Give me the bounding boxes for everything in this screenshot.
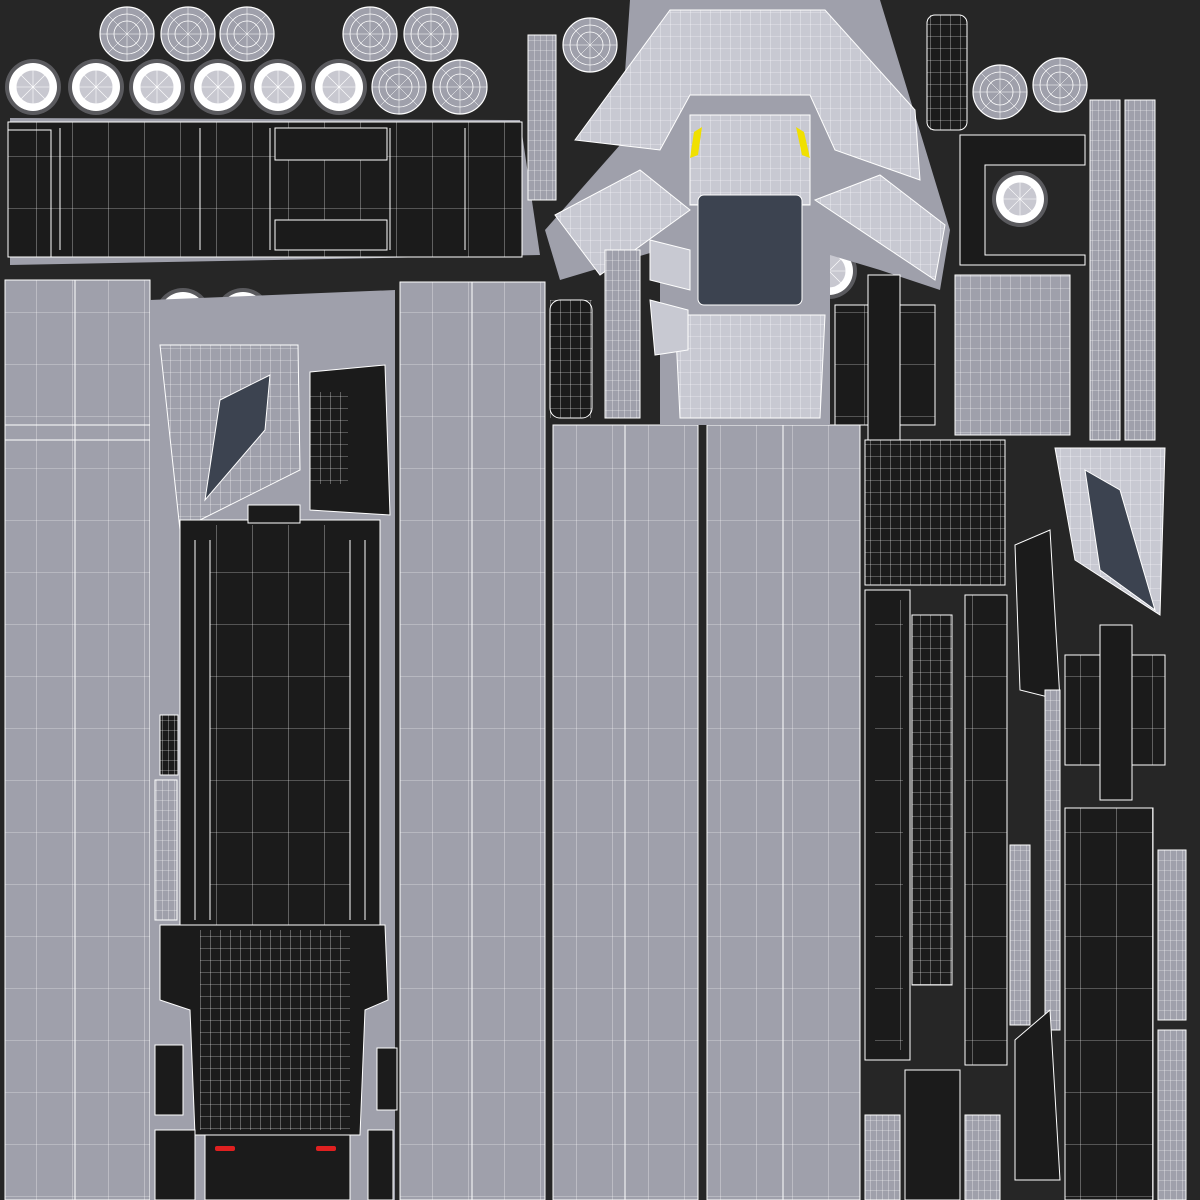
roof-top-panel [7,118,540,265]
chassis-frame [150,290,398,1200]
uv-texture-map [0,0,1200,1200]
